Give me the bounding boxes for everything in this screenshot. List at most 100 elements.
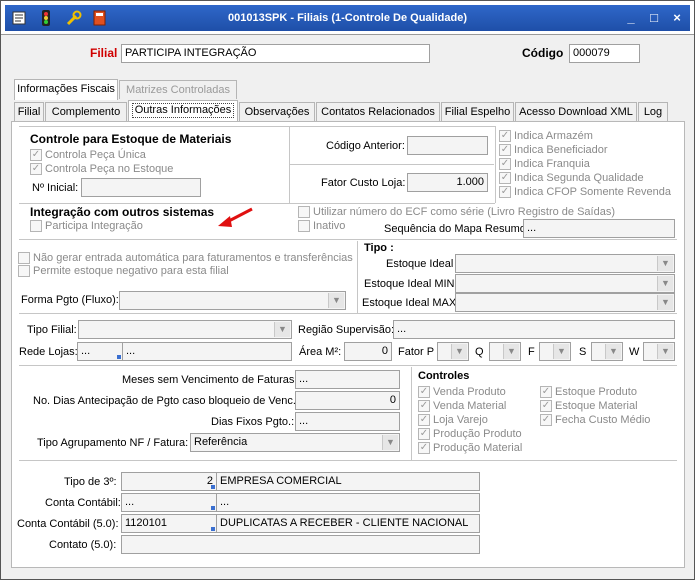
producao-material-checkbox[interactable]: ✓ Produção Material [418, 442, 522, 455]
fator-w-label: W [629, 346, 640, 358]
divider [357, 241, 358, 313]
divider [19, 313, 677, 314]
tab-filial-espelho[interactable]: Filial Espelho [441, 102, 514, 121]
conta-contabil-5-code-field[interactable]: 1120101 [121, 514, 217, 533]
fator-q-select[interactable]: ▼ [489, 342, 521, 361]
indica-armazem-checkbox[interactable]: ✓ Indica Armazém [499, 130, 593, 143]
codigo-anterior-label: Código Anterior: [326, 140, 405, 152]
venda-material-label: Venda Material [433, 400, 507, 412]
checkbox-box: ✓ [499, 158, 511, 170]
conta-contabil-5-field[interactable]: DUPLICATAS A RECEBER - CLIENTE NACIONAL [216, 514, 480, 533]
indica-beneficiador-checkbox[interactable]: ✓ Indica Beneficiador [499, 144, 608, 157]
meses-label: Meses sem Vencimento de Faturas: [122, 374, 298, 386]
maximize-button[interactable]: □ [644, 9, 664, 27]
nao-gerar-checkbox[interactable]: Não gerar entrada automática para fatura… [18, 252, 353, 265]
fator-q-label: Q [475, 346, 484, 358]
tipo3-code-field[interactable]: 2 [121, 472, 217, 491]
tipo-filial-select[interactable]: ▼ [78, 320, 292, 339]
tab-log[interactable]: Log [638, 102, 668, 121]
producao-produto-checkbox[interactable]: ✓ Produção Produto [418, 428, 522, 441]
producao-produto-label: Produção Produto [433, 428, 522, 440]
permite-negativo-checkbox[interactable]: Permite estoque negativo para esta filia… [18, 265, 229, 278]
permite-negativo-label: Permite estoque negativo para esta filia… [33, 265, 229, 277]
area-field[interactable]: 0 [344, 342, 392, 361]
fecha-custo-medio-label: Fecha Custo Médio [555, 414, 651, 426]
divider [411, 367, 412, 460]
integracao-heading: Integração com outros sistemas [30, 205, 215, 219]
fecha-custo-medio-checkbox[interactable]: ✓ Fecha Custo Médio [540, 414, 650, 427]
n-inicial-field[interactable] [81, 178, 201, 197]
regiao-field[interactable]: ... [393, 320, 675, 339]
tab-acesso-download-xml[interactable]: Acesso Download XML [515, 102, 637, 121]
area-label: Área M²: [299, 346, 342, 358]
contato-5-field[interactable] [121, 535, 480, 554]
estoque-ideal-min-select[interactable]: ▼ [455, 274, 675, 293]
controles-heading: Controles [418, 370, 470, 382]
tab-matrizes-controladas[interactable]: Matrizes Controladas [119, 80, 237, 99]
indica-franquia-label: Indica Franquia [514, 158, 590, 170]
divider [495, 126, 496, 203]
red-arrow-icon [216, 206, 254, 231]
checkbox-box: ✓ [499, 186, 511, 198]
sequencia-field[interactable]: ... [523, 219, 675, 238]
rede-lojas-label: Rede Lojas: [19, 346, 78, 358]
tab-observacoes[interactable]: Observações [239, 102, 315, 121]
estoque-ideal-label: Estoque Ideal [386, 258, 454, 270]
indica-beneficiador-label: Indica Beneficiador [514, 144, 608, 156]
fator-f-select[interactable]: ▼ [539, 342, 571, 361]
indica-cfop-label: Indica CFOP Somente Revenda [514, 186, 671, 198]
tab-informacoes-fiscais[interactable]: Informações Fiscais [14, 79, 118, 100]
checkbox-box: ✓ [499, 130, 511, 142]
rede-lojas-field[interactable]: ... [122, 342, 292, 361]
controla-peca-estoque-label: Controla Peça no Estoque [45, 163, 174, 175]
title-bar: 001013SPK - Filiais (1-Controle De Quali… [1, 1, 694, 35]
meses-field[interactable]: ... [295, 370, 400, 389]
fator-s-select[interactable]: ▼ [591, 342, 623, 361]
codigo-anterior-field[interactable] [407, 136, 488, 155]
agrupamento-select[interactable]: Referência ▼ [190, 433, 400, 452]
dias-fixos-field[interactable]: ... [295, 412, 400, 431]
forma-pgto-select[interactable]: ▼ [119, 291, 346, 310]
checkbox-box: ✓ [540, 414, 552, 426]
close-button[interactable]: × [667, 9, 687, 27]
estoque-produto-checkbox[interactable]: ✓ Estoque Produto [540, 386, 637, 399]
estoque-ideal-select[interactable]: ▼ [455, 254, 675, 273]
conta-contabil-code-value: ... [125, 496, 135, 508]
indica-franquia-checkbox[interactable]: ✓ Indica Franquia [499, 158, 590, 171]
tab-complemento[interactable]: Complemento [45, 102, 127, 121]
filial-field[interactable]: PARTICIPA INTEGRAÇÃO [121, 44, 430, 63]
tipo-filial-label: Tipo Filial: [27, 324, 77, 336]
nao-gerar-label: Não gerar entrada automática para fatura… [33, 252, 353, 264]
fator-p-select[interactable]: ▼ [437, 342, 469, 361]
conta-contabil-code-field[interactable]: ... [121, 493, 217, 512]
participa-integracao-checkbox[interactable]: Participa Integração [30, 220, 143, 233]
regiao-label: Região Supervisão: [298, 324, 395, 336]
checkbox-box [298, 206, 310, 218]
indica-cfop-checkbox[interactable]: ✓ Indica CFOP Somente Revenda [499, 186, 671, 199]
fator-custo-field[interactable]: 1.000 [407, 173, 488, 192]
venda-produto-checkbox[interactable]: ✓ Venda Produto [418, 386, 506, 399]
divider [19, 126, 495, 127]
estoque-ideal-max-select[interactable]: ▼ [455, 293, 675, 312]
loja-varejo-checkbox[interactable]: ✓ Loja Varejo [418, 414, 488, 427]
utilizar-ecf-checkbox[interactable]: Utilizar número do ECF como série (Livro… [298, 206, 615, 219]
minimize-button[interactable]: _ [621, 9, 641, 27]
checkbox-box: ✓ [418, 442, 430, 454]
fator-w-select[interactable]: ▼ [643, 342, 675, 361]
controla-peca-unica-checkbox[interactable]: ✓ Controla Peça Única [30, 149, 146, 162]
controla-peca-estoque-checkbox[interactable]: ✓ Controla Peça no Estoque [30, 163, 173, 176]
indica-segunda-qualidade-checkbox[interactable]: ✓ Indica Segunda Qualidade [499, 172, 644, 185]
inativo-checkbox[interactable]: Inativo [298, 220, 345, 233]
venda-material-checkbox[interactable]: ✓ Venda Material [418, 400, 506, 413]
estoque-material-checkbox[interactable]: ✓ Estoque Material [540, 400, 638, 413]
utilizar-ecf-label: Utilizar número do ECF como série (Livro… [313, 206, 616, 218]
conta-contabil-field[interactable]: ... [216, 493, 480, 512]
rede-lojas-code-field[interactable]: ... [77, 342, 123, 361]
tipo3-field[interactable]: EMPRESA COMERCIAL [216, 472, 480, 491]
loja-varejo-label: Loja Varejo [433, 414, 488, 426]
dias-antecipacao-field[interactable]: 0 [295, 391, 400, 410]
tab-outras-informacoes[interactable]: Outras Informações [128, 100, 238, 121]
tab-contatos-relacionados[interactable]: Contatos Relacionados [316, 102, 440, 121]
tab-filial[interactable]: Filial [14, 102, 44, 121]
codigo-field[interactable]: 000079 [569, 44, 640, 63]
